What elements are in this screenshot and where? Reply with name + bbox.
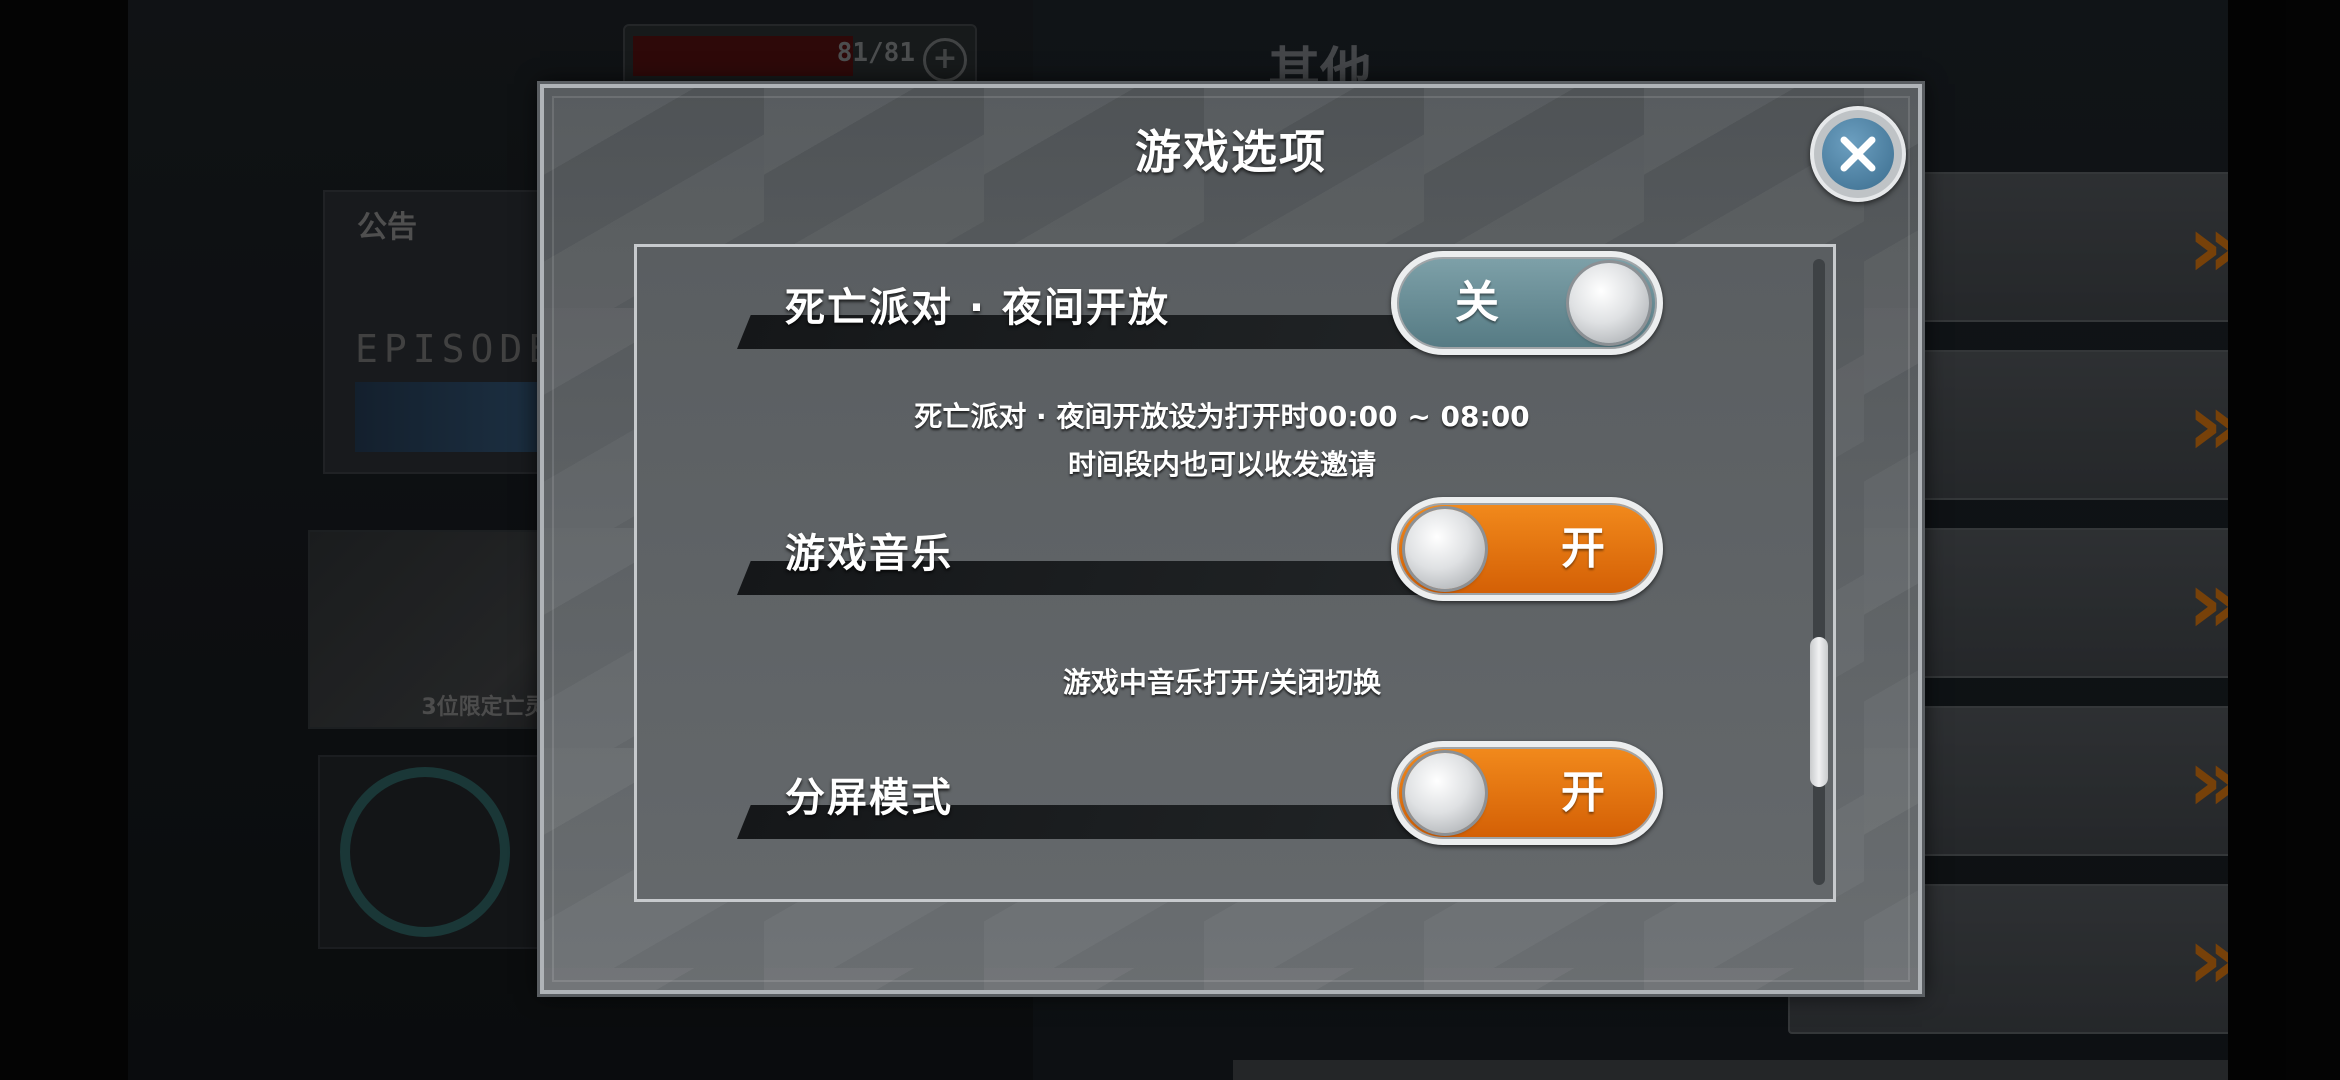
toggle-state-text: 关: [1455, 277, 1499, 328]
toggle-knob-icon: [1405, 753, 1485, 833]
toggle-knob-icon: [1405, 509, 1485, 589]
settings-panel[interactable]: 死亡派对 · 夜间开放 关 死亡派对 · 夜间开放设为打开时00:00 ~ 08…: [634, 244, 1836, 902]
description-line: 游戏中音乐打开/关闭切换: [1062, 666, 1382, 699]
game-options-dialog: 游戏选项 死亡派对 · 夜间开放 关 死亡派对 · 夜间开放设为打开时00:00…: [540, 84, 1922, 994]
settings-scrollbar-thumb[interactable]: [1810, 637, 1828, 787]
dialog-title: 游戏选项: [1135, 125, 1327, 179]
description-line: 死亡派对 · 夜间开放设为打开时00:00 ~ 08:00: [914, 400, 1530, 433]
setting-description-game-music: 游戏中音乐打开/关闭切换: [637, 659, 1807, 707]
toggle-knob-icon: [1569, 263, 1649, 343]
night-party-toggle[interactable]: 关: [1391, 251, 1663, 355]
close-button-face: [1822, 118, 1894, 190]
game-screen: 81/81 + 公告 EPISODE 3位限定亡灵出 其他 » » » » »: [0, 0, 2340, 1080]
toggle-state-text: 开: [1561, 523, 1605, 574]
settings-scrollbar[interactable]: [1813, 259, 1825, 885]
close-icon: [1840, 136, 1876, 172]
description-line: 时间段内也可以收发邀请: [1067, 448, 1376, 481]
toggle-state-text: 开: [1561, 767, 1605, 818]
split-screen-toggle[interactable]: 开: [1391, 741, 1663, 845]
setting-label-night-party: 死亡派对 · 夜间开放: [785, 285, 1171, 331]
close-button[interactable]: [1810, 106, 1906, 202]
setting-label-game-music: 游戏音乐: [785, 531, 953, 577]
setting-description-night-party: 死亡派对 · 夜间开放设为打开时00:00 ~ 08:00 时间段内也可以收发邀…: [637, 393, 1807, 489]
setting-label-split-screen: 分屏模式: [785, 775, 953, 821]
game-music-toggle[interactable]: 开: [1391, 497, 1663, 601]
